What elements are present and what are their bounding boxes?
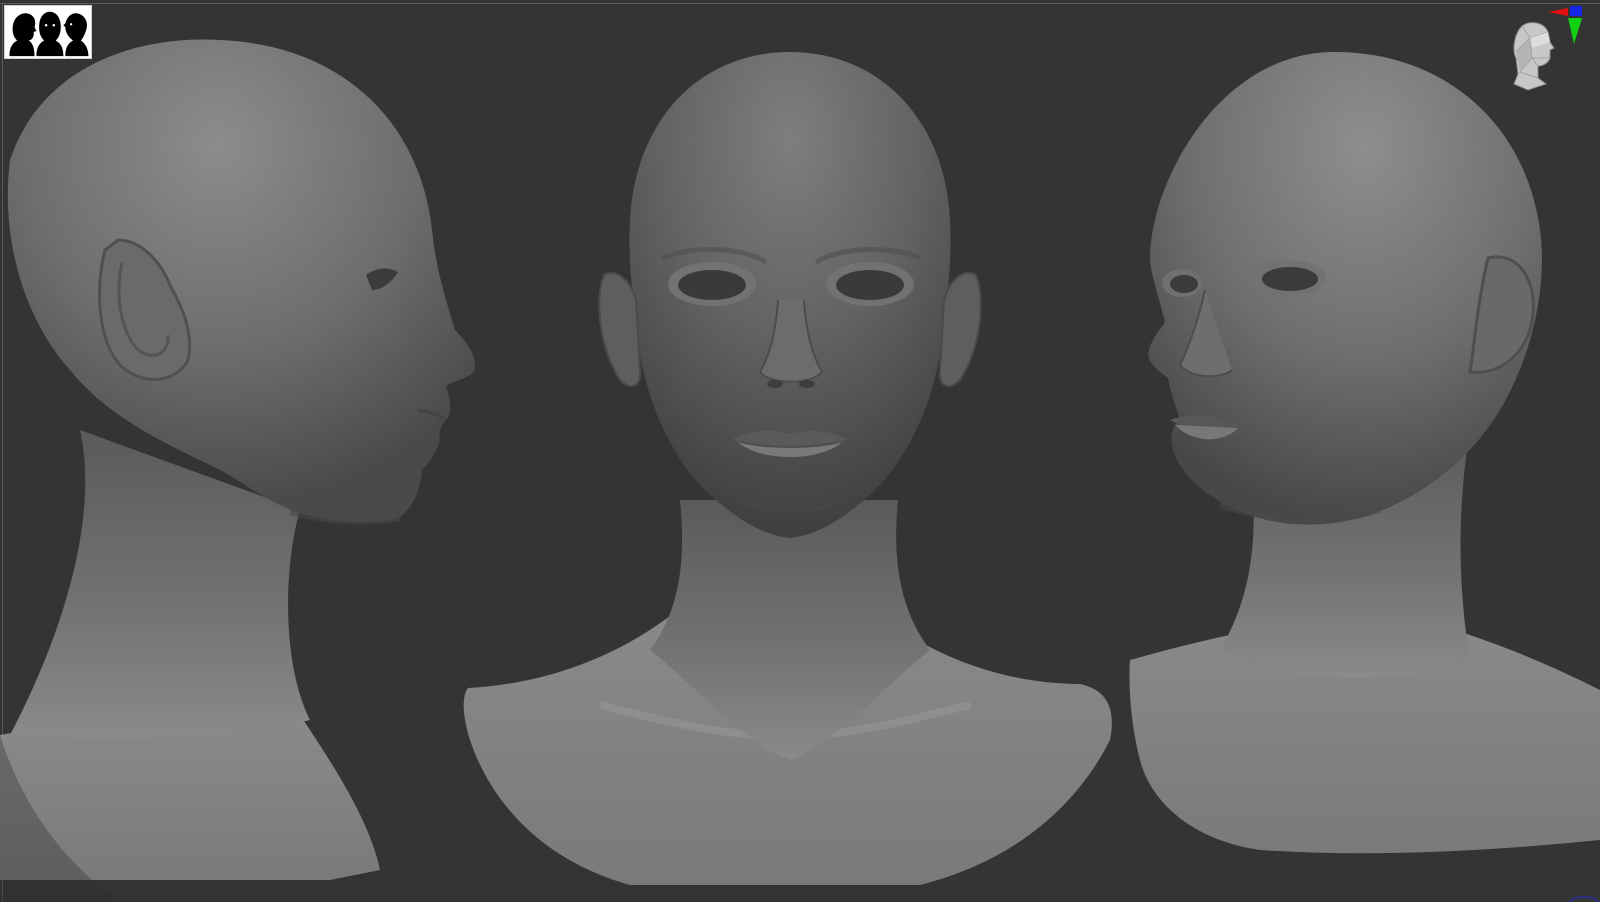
axis-x-arrow — [1548, 8, 1568, 16]
front-eye-left — [678, 270, 746, 300]
sculpt-scene[interactable] — [0, 0, 1600, 902]
front-nostril-right — [799, 380, 815, 388]
three-head-silhouettes-icon[interactable] — [4, 5, 92, 59]
axis-gizmo-icon[interactable] — [1546, 4, 1586, 48]
bust-front-view[interactable] — [463, 52, 1112, 885]
bust-three-quarter-view[interactable] — [1129, 51, 1600, 854]
bust-profile-view[interactable] — [0, 39, 476, 902]
front-nostril-left — [767, 380, 783, 388]
front-eye-right — [836, 270, 904, 300]
three-quarter-eye-near — [1262, 267, 1318, 291]
profile-head — [7, 39, 476, 523]
corner-marker — [1568, 896, 1600, 902]
axis-z-marker — [1570, 6, 1582, 16]
3d-viewport[interactable] — [0, 0, 1600, 902]
axis-y-arrow — [1568, 18, 1582, 44]
three-quarter-eye-far — [1170, 275, 1198, 293]
